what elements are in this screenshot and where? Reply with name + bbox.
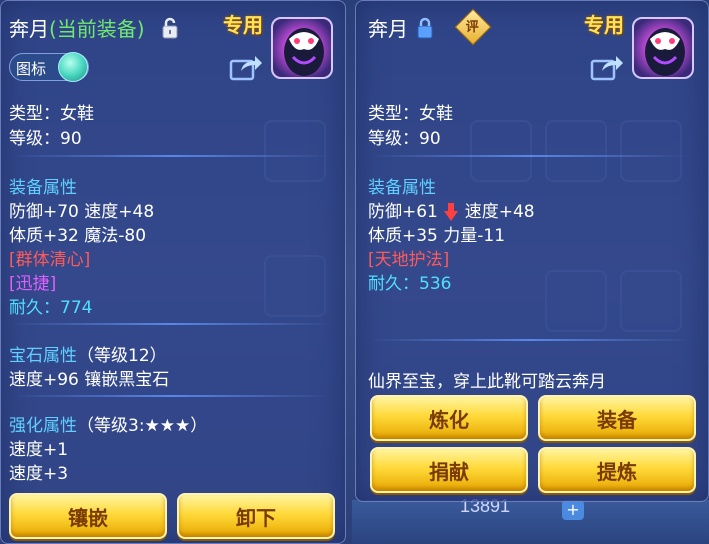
bg-plus-button[interactable]: +	[562, 500, 584, 520]
inlay-button[interactable]: 镶嵌	[9, 493, 167, 539]
refine-button[interactable]: 炼化	[370, 395, 528, 441]
enhance-line: 速度+1	[9, 440, 69, 460]
exclusive-label: 专用	[584, 13, 624, 37]
gem-attr-heading: 宝石属性（等级12）	[9, 341, 167, 366]
special-effect: [迅捷]	[9, 274, 57, 294]
durability: 耐久：774	[9, 293, 92, 318]
item-description: 仙界至宝，穿上此靴可踏云奔月	[368, 372, 606, 392]
enhance-heading-label: 强化属性	[9, 416, 77, 436]
equip-button[interactable]: 装备	[538, 395, 696, 441]
enhance-attr-heading: 强化属性（等级3:★★★）	[9, 411, 207, 436]
item-level: 等级：90	[9, 129, 82, 149]
gem-line: 速度+96 镶嵌黑宝石	[9, 370, 170, 390]
special-skill: [群体清心]	[9, 250, 91, 270]
divider	[11, 395, 331, 397]
decrease-arrow-icon	[444, 203, 459, 221]
item-name: 奔月	[9, 17, 49, 41]
gem-heading-label: 宝石属性	[9, 346, 77, 366]
icon-toggle[interactable]: 图标	[9, 52, 89, 82]
bg-bottom-bar	[352, 500, 709, 544]
attr-line: 体质+35 力量-11	[368, 226, 506, 246]
compare-item-tooltip: 奔月 专用 类型：女鞋 等级：90 装备属性 防御+61 速度+48 体质+35…	[355, 0, 709, 502]
share-icon[interactable]	[229, 53, 263, 81]
attr-speed: 速度+48	[464, 202, 535, 222]
equipped-status: (当前装备)	[49, 17, 145, 41]
unequip-button[interactable]: 卸下	[177, 493, 335, 539]
special-skill: [天地护法]	[368, 250, 450, 270]
locked-icon[interactable]	[416, 17, 434, 39]
divider	[370, 339, 690, 341]
equip-attr-heading: 装备属性	[368, 178, 436, 198]
unlocked-icon[interactable]	[161, 17, 179, 39]
enhance-line: 速度+3	[9, 464, 69, 484]
toggle-knob	[58, 52, 88, 82]
review-badge-label: 评	[465, 20, 479, 36]
durability-label: 耐久：	[368, 274, 419, 294]
item-name: 奔月	[368, 17, 408, 41]
equipped-item-tooltip: 奔月(当前装备) 专用 图标 类型：女鞋 等级：90 装备属性 防御+70 速度…	[0, 0, 346, 544]
durability-value: 774	[60, 298, 93, 318]
item-level: 等级：90	[368, 129, 441, 149]
durability: 耐久：536	[368, 269, 451, 294]
exclusive-label: 专用	[223, 13, 263, 37]
share-icon[interactable]	[590, 53, 624, 81]
attr-line: 防御+61 速度+48	[368, 197, 535, 222]
attr-line: 防御+70 速度+48	[9, 202, 155, 222]
durability-label: 耐久：	[9, 298, 60, 318]
divider	[11, 323, 331, 325]
attr-defense: 防御+61	[368, 202, 438, 222]
boots-item-icon	[271, 17, 333, 79]
gem-level: （等级12）	[77, 346, 167, 366]
item-type: 类型：女鞋	[9, 104, 94, 124]
enhance-level: （等级3:★★★）	[77, 416, 208, 436]
item-type: 类型：女鞋	[368, 104, 453, 124]
icon-toggle-label: 图标	[16, 60, 47, 78]
item-title: 奔月(当前装备)	[9, 13, 145, 42]
donate-button[interactable]: 捐献	[370, 447, 528, 493]
divider	[11, 155, 331, 157]
equip-attr-heading: 装备属性	[9, 178, 77, 198]
boots-item-icon	[632, 17, 694, 79]
extract-button[interactable]: 提炼	[538, 447, 696, 493]
attr-line: 体质+32 魔法-80	[9, 226, 147, 246]
durability-value: 536	[419, 274, 452, 294]
divider	[370, 155, 690, 157]
